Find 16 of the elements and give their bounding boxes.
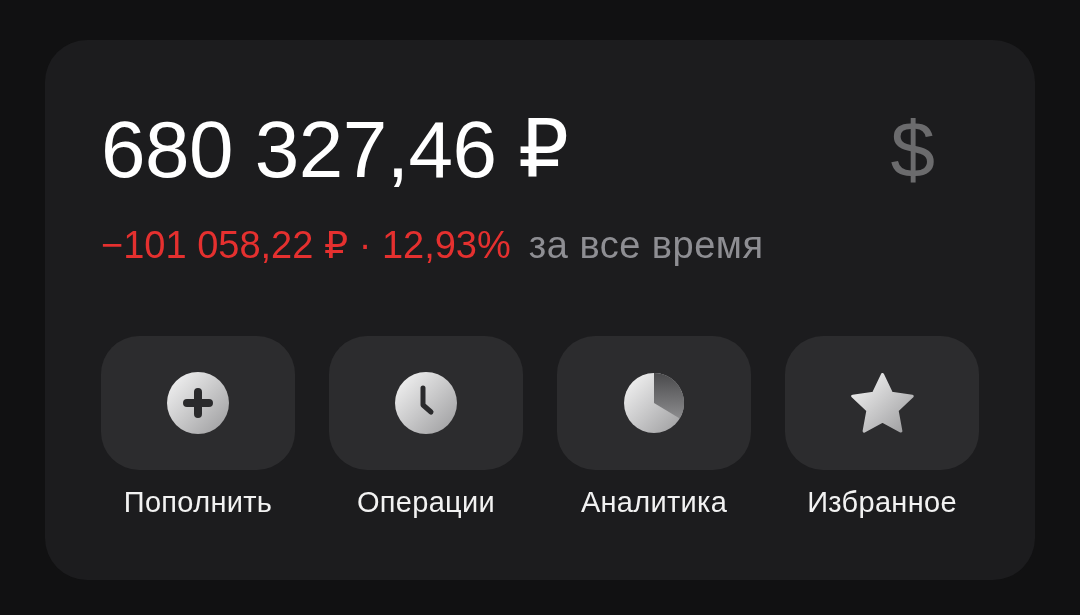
action-label: Аналитика [580, 488, 728, 517]
action-label: Пополнить [123, 488, 273, 517]
action-label: Избранное [807, 488, 957, 517]
action-button[interactable] [101, 336, 295, 470]
balance-amount: 680 327,46 ₽ [101, 110, 569, 190]
pie-chart-icon [624, 373, 684, 433]
period-text: за все время [528, 226, 764, 264]
action-label: Операции [356, 488, 496, 517]
star-icon [850, 373, 914, 433]
plus-icon [167, 372, 229, 434]
action-button[interactable] [557, 336, 751, 470]
clock-icon [395, 372, 457, 434]
currency-button[interactable]: $ [890, 110, 935, 190]
balance-change: −101 058,22 ₽ · 12,93% [101, 226, 511, 264]
action-button[interactable] [329, 336, 523, 470]
action-button[interactable] [785, 336, 979, 470]
